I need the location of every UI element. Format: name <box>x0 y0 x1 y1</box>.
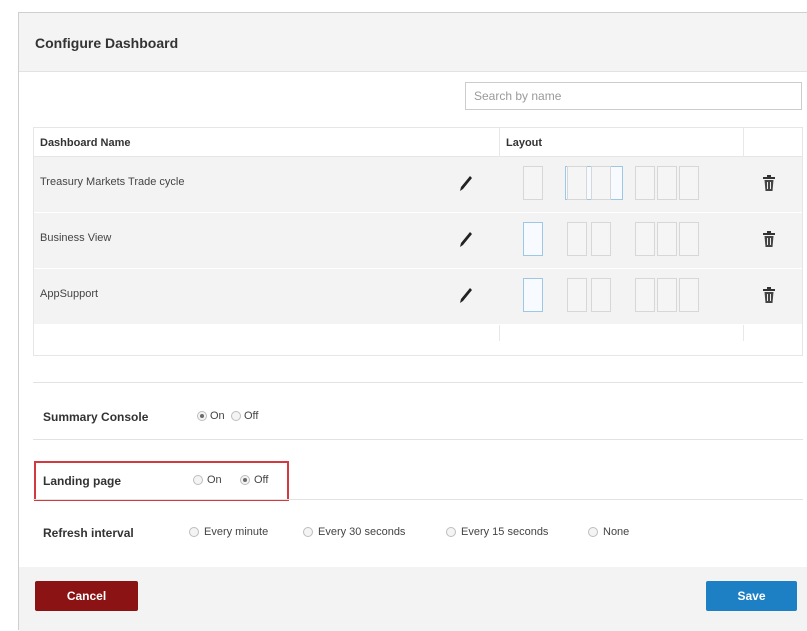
summary-console-off-label[interactable]: Off <box>244 410 258 422</box>
refresh-every-minute-radio[interactable] <box>189 527 199 537</box>
section-divider <box>33 382 803 383</box>
layout-cell <box>591 278 611 312</box>
layout-selector[interactable] <box>523 222 718 258</box>
refresh-every-30-seconds-radio[interactable] <box>303 527 313 537</box>
dashboard-name: AppSupport <box>40 288 99 300</box>
layout-two-column[interactable] <box>567 278 587 312</box>
layout-three-column[interactable] <box>635 222 655 256</box>
refresh-none-label[interactable]: None <box>603 526 629 538</box>
table-row[interactable]: Business View <box>34 213 802 269</box>
summary-console-on-label[interactable]: On <box>210 410 225 422</box>
refresh-every-15-seconds-radio[interactable] <box>446 527 456 537</box>
dialog-footer: Cancel Save <box>19 567 807 631</box>
dashboard-name: Treasury Markets Trade cycle <box>40 176 185 188</box>
layout-cell <box>657 166 677 200</box>
trash-icon[interactable] <box>763 231 775 247</box>
refresh-every-minute-label[interactable]: Every minute <box>204 526 268 538</box>
layout-cell <box>567 166 587 200</box>
layout-cell <box>591 166 611 200</box>
refresh-every-30-seconds-label[interactable]: Every 30 seconds <box>318 526 405 538</box>
layout-selector[interactable] <box>523 166 718 202</box>
table-header: Dashboard Name Layout <box>34 128 802 157</box>
layout-cell <box>679 222 699 256</box>
pencil-icon[interactable] <box>459 174 473 194</box>
landing-page-on-label[interactable]: On <box>207 474 222 486</box>
layout-two-column[interactable] <box>567 222 587 256</box>
layout-selector[interactable] <box>523 278 718 314</box>
layout-three-column[interactable] <box>635 166 655 200</box>
layout-cell <box>657 278 677 312</box>
layout-one-column[interactable] <box>523 222 543 256</box>
trash-icon[interactable] <box>763 175 775 191</box>
layout-cell <box>679 166 699 200</box>
summary-console-off-radio[interactable] <box>231 411 241 421</box>
refresh-every-15-seconds-label[interactable]: Every 15 seconds <box>461 526 548 538</box>
refresh-interval-label: Refresh interval <box>43 526 134 540</box>
column-header-layout: Layout <box>506 137 543 149</box>
refresh-none-radio[interactable] <box>588 527 598 537</box>
dashboard-table: Dashboard Name Layout Treasury Markets T… <box>33 127 803 356</box>
pencil-icon[interactable] <box>459 286 473 306</box>
landing-page-on-radio[interactable] <box>193 475 203 485</box>
summary-console-label: Summary Console <box>43 410 149 424</box>
search-input[interactable] <box>465 82 802 110</box>
layout-cell <box>591 222 611 256</box>
section-divider <box>33 439 803 440</box>
layout-cell <box>657 222 677 256</box>
table-row[interactable]: Treasury Markets Trade cycle <box>34 157 802 213</box>
table-row[interactable]: AppSupport <box>34 269 802 325</box>
column-header-name: Dashboard Name <box>40 137 131 149</box>
layout-three-column[interactable] <box>635 278 655 312</box>
dashboard-name: Business View <box>40 232 112 244</box>
layout-one-column[interactable] <box>523 278 543 312</box>
dialog-header: Configure Dashboard <box>19 13 807 72</box>
dialog-title: Configure Dashboard <box>35 35 179 51</box>
layout-cell <box>679 278 699 312</box>
configure-dashboard-dialog: Configure Dashboard Dashboard Name Layou… <box>18 12 807 631</box>
landing-page-label: Landing page <box>43 474 121 488</box>
landing-page-off-radio[interactable] <box>240 475 250 485</box>
pencil-icon[interactable] <box>459 230 473 250</box>
layout-one-column[interactable] <box>523 166 543 200</box>
save-button[interactable]: Save <box>706 581 797 611</box>
summary-console-on-radio[interactable] <box>197 411 207 421</box>
landing-page-off-label[interactable]: Off <box>254 474 268 486</box>
section-divider <box>33 499 803 500</box>
cancel-button[interactable]: Cancel <box>35 581 138 611</box>
trash-icon[interactable] <box>763 287 775 303</box>
